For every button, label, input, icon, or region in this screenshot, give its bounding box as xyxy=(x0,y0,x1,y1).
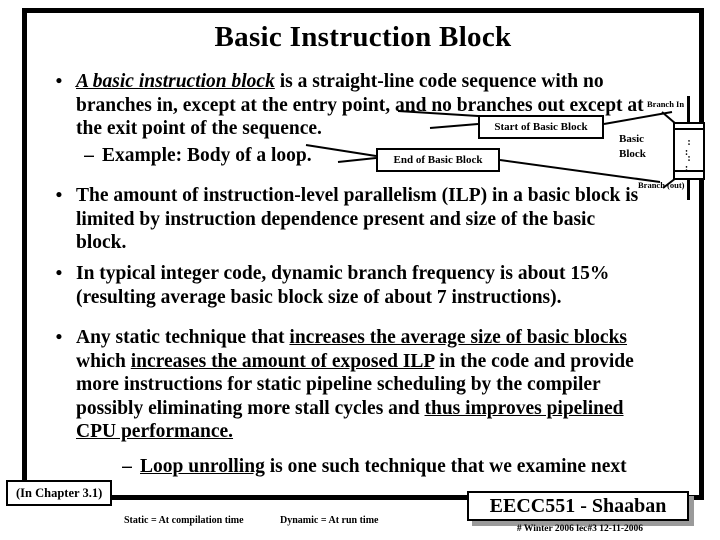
segment-plain-2: which xyxy=(76,350,131,372)
basic-block-caption-line-1: Basic xyxy=(619,133,645,145)
emphasis-loop-unrolling: Loop unrolling xyxy=(140,456,265,477)
bullet-marker: • xyxy=(55,71,63,92)
sub-bullet-example: – Example: Body of a loop. xyxy=(78,144,368,168)
static-definition-note: Static = At compilation time xyxy=(124,515,244,526)
segment-underlined-1: increases the average size of basic bloc… xyxy=(289,327,628,348)
page-title: Basic Instruction Block xyxy=(214,21,512,53)
branch-out-label: Branch (out) xyxy=(638,180,685,190)
bullet-text: Any static technique that increases the … xyxy=(76,326,668,444)
callout-end-of-basic-block: End of Basic Block xyxy=(376,148,500,172)
segment-underlined-2: increases the amount of exposed ILP xyxy=(130,350,435,372)
sub-bullet-text: Loop unrolling is one such technique tha… xyxy=(140,455,656,479)
basic-block-rectangle: : : : : xyxy=(673,122,705,180)
basic-block-diagram: Branch In Basic Block : : : : Branch (ou… xyxy=(600,96,720,200)
slide-canvas: Basic Instruction Block • A basic instru… xyxy=(0,0,720,540)
callout-start-of-basic-block: Start of Basic Block xyxy=(478,115,604,139)
sub-bullet-loop-unrolling: – Loop unrolling is one such technique t… xyxy=(116,455,656,479)
branch-in-label: Branch In xyxy=(647,99,685,109)
basic-block-caption-line-2: Block xyxy=(619,148,646,160)
block-bottom-rule xyxy=(675,170,703,172)
sub-bullet-text: Example: Body of a loop. xyxy=(102,145,312,166)
sub-bullet-marker: – xyxy=(122,456,132,477)
segment-plain-1: Any static technique that xyxy=(76,327,290,348)
bullet-item-2: • The amount of instruction-level parall… xyxy=(46,184,650,255)
bullet-marker: • xyxy=(55,185,63,206)
bullet-text: The amount of instruction-level parallel… xyxy=(76,185,639,253)
basic-block-caption: Basic Block xyxy=(619,132,646,162)
emphasis-basic-instruction-block: A basic instruction block xyxy=(76,71,275,92)
bullet-marker: • xyxy=(55,263,63,284)
course-brand-box: EECC551 - Shaaban xyxy=(467,491,689,521)
sub-bullet-marker: – xyxy=(84,145,94,166)
bullet-item-3: • In typical integer code, dynamic branc… xyxy=(46,262,668,309)
chapter-reference-box: (In Chapter 3.1) xyxy=(6,480,113,506)
bullet-text: In typical integer code, dynamic branch … xyxy=(76,263,610,308)
block-top-rule xyxy=(675,128,703,130)
sub-bullet-rest: is one such technique that we examine ne… xyxy=(264,456,627,477)
dynamic-definition-note: Dynamic = At run time xyxy=(280,515,379,526)
bullet-marker: • xyxy=(55,327,63,348)
lecture-date-line: # Winter 2006 lec#3 12-11-2006 xyxy=(516,524,644,534)
bullet-item-4: • Any static technique that increases th… xyxy=(46,326,668,444)
